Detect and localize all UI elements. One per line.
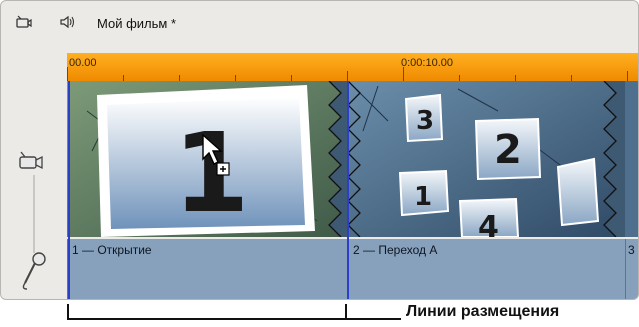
timeline-ruler[interactable]: 00.00 0:00:10.00 xyxy=(67,53,638,82)
title-track[interactable]: 1 — Открытие 2 — Переход A 3 xyxy=(67,239,638,299)
video-track-icon[interactable] xyxy=(15,13,33,31)
ruler-mid-label: 0:00:10.00 xyxy=(401,57,453,69)
ruler-start-label: 00.00 xyxy=(69,57,97,69)
placement-line xyxy=(68,81,70,299)
ruler-tick xyxy=(67,67,68,81)
drag-cursor-icon xyxy=(199,133,235,177)
svg-text:2: 2 xyxy=(494,127,522,173)
video-clip-transition[interactable]: 3 2 1 4 xyxy=(348,81,624,237)
video-track[interactable]: 1 3 2 1 4 xyxy=(67,81,638,237)
ruler-tick xyxy=(347,71,348,81)
ruler-tick xyxy=(627,71,628,81)
placement-bracket xyxy=(345,304,401,320)
timeline-header: Мой фильм * xyxy=(1,1,638,45)
svg-text:3: 3 xyxy=(416,106,434,136)
annotation-caption: Линии размещения xyxy=(406,303,560,320)
audio-track-icon[interactable] xyxy=(59,13,77,31)
video-track-icon[interactable] xyxy=(15,148,45,174)
placement-line xyxy=(347,81,349,299)
clip-label: 2 — Переход A xyxy=(353,243,438,257)
placement-bracket xyxy=(67,304,347,320)
ruler-tick xyxy=(403,67,404,81)
track-divider xyxy=(33,175,35,253)
project-title: Мой фильм * xyxy=(97,16,177,31)
clip-thumbnail-transition: 3 2 1 4 xyxy=(348,81,624,237)
title-clip[interactable]: 1 — Открытие xyxy=(67,239,347,299)
svg-text:1: 1 xyxy=(414,182,432,212)
timeline-panel: Мой фильм * 00.00 0:00:10.00 1 3 2 1 4 1… xyxy=(0,0,639,300)
title-clip[interactable]: 2 — Переход A xyxy=(348,239,625,299)
clip-label: 1 — Открытие xyxy=(72,243,152,257)
track-header-column xyxy=(1,45,67,299)
clip-label: 3 xyxy=(628,243,635,257)
video-clip-3[interactable] xyxy=(625,81,638,237)
microphone-icon[interactable] xyxy=(19,249,49,293)
title-clip[interactable]: 3 xyxy=(625,239,638,299)
svg-text:4: 4 xyxy=(478,210,499,237)
